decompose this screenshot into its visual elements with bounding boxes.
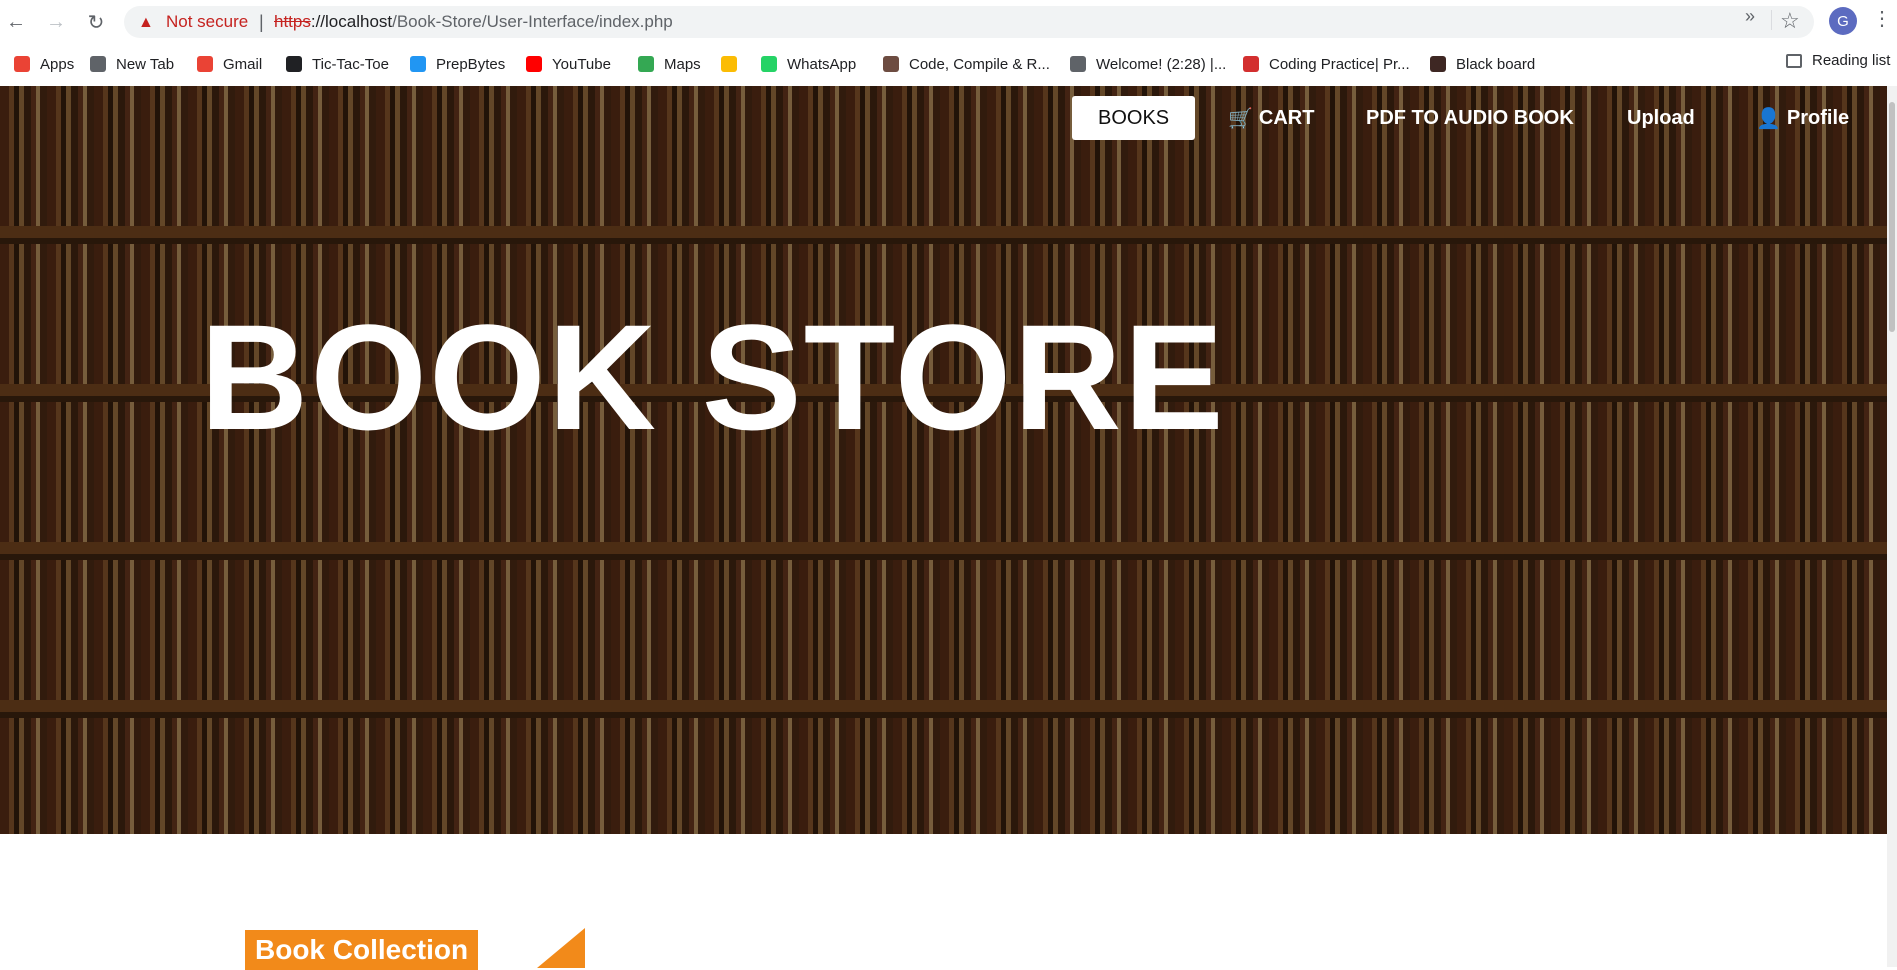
- reading-list-icon: [1786, 53, 1802, 68]
- bookmark-label: PrepBytes: [436, 55, 506, 73]
- not-secure-label: Not secure: [166, 12, 249, 31]
- gmail-icon: [197, 56, 213, 72]
- browser-toolbar: ← → ↻ ▲ Not secure | https://localhost/B…: [0, 0, 1897, 44]
- bookmark-item[interactable]: Black board: [1430, 52, 1535, 76]
- bookmark-label: Maps: [664, 55, 701, 73]
- reading-list-button[interactable]: Reading list: [1786, 52, 1890, 69]
- url-host: ://localhost: [310, 12, 393, 31]
- bookmark-label: Apps: [40, 55, 75, 73]
- back-arrow-icon[interactable]: ←: [2, 8, 30, 36]
- bookmarks-divider: [1771, 10, 1772, 30]
- book-collection-heading: Book Collection: [245, 930, 479, 970]
- nav-cart-label: CART: [1258, 106, 1315, 129]
- bookmark-item[interactable]: Coding Practice| Pr...: [1243, 52, 1410, 76]
- bookmark-label: New Tab: [116, 55, 175, 73]
- youtube-icon: [526, 56, 542, 72]
- nav-cart[interactable]: 🛒 CART: [1228, 96, 1314, 140]
- bookmark-label: Black board: [1456, 55, 1536, 73]
- scrollbar-thumb[interactable]: [1889, 102, 1895, 332]
- cc-icon: [883, 56, 899, 72]
- hero-banner: BOOK STORE BOOKS 🛒 CART PDF TO AUDIO BOOK…: [0, 86, 1887, 834]
- bookmark-item[interactable]: Tic-Tac-Toe: [286, 52, 389, 76]
- nav-upload[interactable]: Upload: [1627, 96, 1695, 140]
- decorative-triangle: [537, 928, 585, 968]
- hero-title: BOOK STORE: [200, 293, 1226, 461]
- bookmark-item[interactable]: Code, Compile & R...: [883, 52, 1050, 76]
- bookmark-label: WhatsApp: [787, 55, 857, 73]
- nav-profile[interactable]: 👤 Profile: [1756, 96, 1849, 140]
- bookmark-star-icon[interactable]: ☆: [1780, 8, 1800, 34]
- apps-grid-icon: [14, 56, 30, 72]
- forward-arrow-icon[interactable]: →: [42, 8, 70, 36]
- bookmark-item[interactable]: PrepBytes: [410, 52, 505, 76]
- cart-icon: 🛒: [1228, 107, 1253, 130]
- prepbytes-icon: [410, 56, 426, 72]
- bookmark-label: YouTube: [552, 55, 611, 73]
- nav-books[interactable]: BOOKS: [1072, 96, 1196, 140]
- address-bar[interactable]: ▲ Not secure | https://localhost/Book-St…: [124, 6, 1814, 38]
- url-text[interactable]: https://localhost/Book-Store/User-Interf…: [274, 12, 673, 32]
- bookmark-label: Gmail: [223, 55, 263, 73]
- more-bookmarks-icon[interactable]: »: [1745, 6, 1755, 27]
- url-scheme: https: [274, 12, 311, 31]
- github-icon: [286, 56, 302, 72]
- drive-icon: [721, 56, 737, 72]
- bookmark-item[interactable]: Welcome! (2:28) |...: [1070, 52, 1226, 76]
- bookmark-label: Tic-Tac-Toe: [312, 55, 389, 73]
- bookmark-label: Code, Compile & R...: [909, 55, 1050, 73]
- bookmark-label: Coding Practice| Pr...: [1269, 55, 1410, 73]
- bookmark-label: Welcome! (2:28) |...: [1096, 55, 1227, 73]
- bookmark-item[interactable]: [721, 52, 747, 76]
- url-path: /Book-Store/User-Interface/index.php: [392, 12, 673, 31]
- separator: |: [259, 12, 264, 32]
- warning-icon: ▲: [138, 14, 154, 31]
- nav-pdf-to-audio[interactable]: PDF TO AUDIO BOOK: [1366, 96, 1574, 140]
- whatsapp-icon: [761, 56, 777, 72]
- bookmark-item[interactable]: YouTube: [526, 52, 611, 76]
- maps-icon: [638, 56, 654, 72]
- reload-icon[interactable]: ↻: [82, 8, 110, 36]
- blackboard-icon: [1430, 56, 1446, 72]
- profile-avatar[interactable]: G: [1829, 7, 1857, 35]
- nav-profile-label: Profile: [1786, 106, 1850, 129]
- bookmark-item[interactable]: New Tab: [90, 52, 174, 76]
- reading-list-label: Reading list: [1812, 52, 1891, 69]
- user-icon: 👤: [1756, 107, 1781, 130]
- globe-icon: [90, 56, 106, 72]
- bookmarks-bar: Apps New Tab Gmail Tic-Tac-Toe PrepBytes YouT…: [0, 44, 1897, 84]
- browser-menu-icon[interactable]: ⋮: [1872, 6, 1892, 31]
- bookmark-item[interactable]: Gmail: [197, 52, 262, 76]
- globe-icon: [1070, 56, 1086, 72]
- bookmark-item[interactable]: WhatsApp: [761, 52, 856, 76]
- bookmark-item[interactable]: Apps: [14, 52, 74, 76]
- tg-icon: [1243, 56, 1259, 72]
- bookmark-item[interactable]: Maps: [638, 52, 701, 76]
